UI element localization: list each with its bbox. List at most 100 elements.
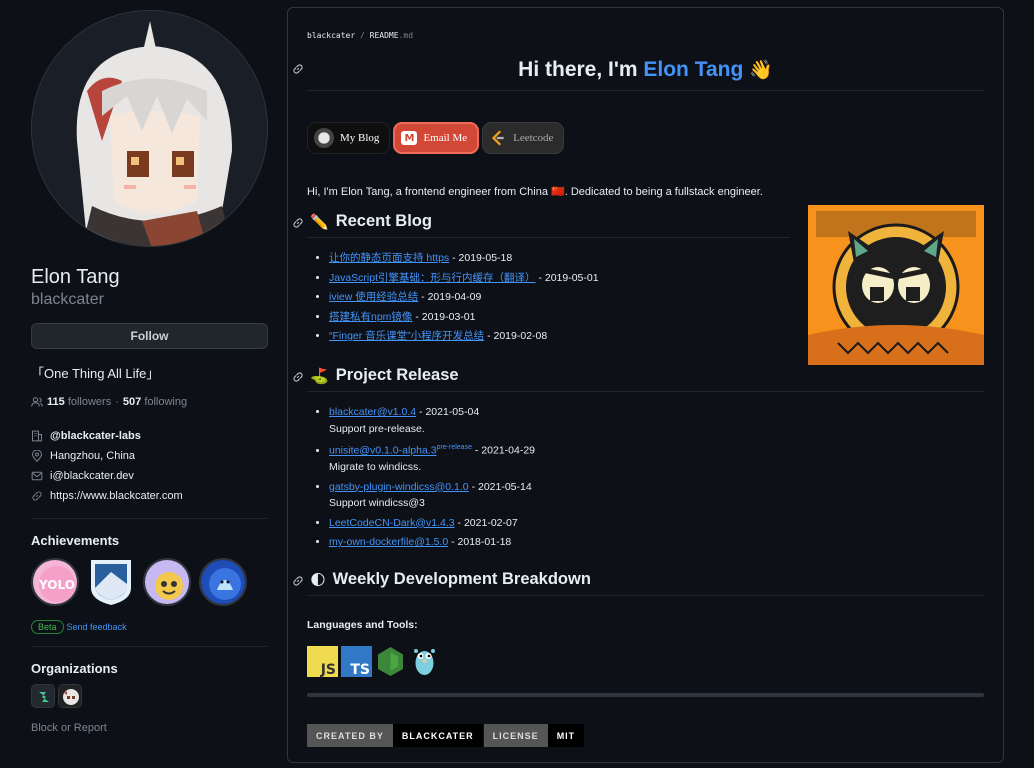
- following-link[interactable]: 507 following: [123, 396, 187, 408]
- crumb-user-link[interactable]: blackcater: [307, 31, 355, 40]
- wave-emoji: 👋: [749, 60, 773, 81]
- my-blog-label: My Blog: [340, 132, 380, 144]
- people-icon: [31, 397, 43, 407]
- email-link[interactable]: i@blackcater.dev: [50, 470, 134, 482]
- project-release-title: Project Release: [335, 366, 459, 384]
- golang-gopher-icon: [409, 646, 440, 677]
- blog-item: iview 使用经验总结 - 2019-04-09: [329, 288, 599, 308]
- project-release-list: blackcater@v1.0.4 - 2021-05-04 Support pr…: [329, 404, 535, 551]
- created-by-shield[interactable]: CREATED BY BLACKCATER: [307, 724, 483, 747]
- release-date: - 2018-01-18: [448, 536, 512, 548]
- location-icon: [32, 450, 42, 462]
- gmail-icon: M: [401, 131, 418, 145]
- follow-stats: 115 followers · 507 following: [31, 396, 268, 408]
- blog-link[interactable]: JavaScript引擎基础：形与行内缓存（翻译）: [329, 272, 536, 284]
- hero-name: Elon Tang: [643, 58, 744, 81]
- blog-link[interactable]: 搭建私有npm镜像: [329, 311, 412, 323]
- blog-item: 让你的静态页面支持 https - 2019-05-18: [329, 249, 599, 269]
- release-link[interactable]: LeetCodeCN-Dark@v1.4.3: [329, 517, 455, 529]
- vcard-website: https://www.blackcater.com: [31, 486, 268, 506]
- release-desc: Support windicss@3: [329, 497, 425, 509]
- recent-blog-list: 让你的静态页面支持 https - 2019-05-18 JavaScript引…: [329, 249, 599, 347]
- email-me-button[interactable]: M Email Me: [393, 122, 480, 154]
- crumb-separator: /: [360, 31, 365, 40]
- release-desc: Migrate to windicss.: [329, 461, 422, 473]
- anchor-link-icon[interactable]: [292, 217, 304, 229]
- blackcater-labs-logo[interactable]: [58, 684, 82, 708]
- contact-buttons: My Blog M Email Me Leetcode: [307, 122, 565, 154]
- blog-link[interactable]: iview 使用经验总结: [329, 291, 418, 303]
- follow-button[interactable]: Follow: [31, 323, 268, 349]
- blog-date: - 2019-05-18: [449, 252, 513, 264]
- shield-value: BLACKCATER: [392, 724, 483, 747]
- readme-breadcrumb: blackcater / README.md: [307, 31, 413, 40]
- achievements-heading: Achievements: [31, 533, 120, 548]
- location-text: Hangzhou, China: [50, 450, 136, 462]
- blog-date: - 2019-02-08: [484, 330, 548, 343]
- license-shield[interactable]: LICENSE MIT: [483, 724, 585, 747]
- yolo-badge-text: YOLO: [38, 578, 75, 592]
- intro-text: Hi, I'm Elon Tang, a frontend engineer f…: [307, 186, 763, 198]
- beta-feedback-row: Beta Send feedback: [31, 620, 268, 634]
- vcard-org: @blackcater-labs: [31, 426, 268, 446]
- prerelease-tag: pre-release: [436, 444, 472, 451]
- release-desc: Support pre-release.: [329, 422, 425, 435]
- anchor-link-icon[interactable]: [292, 575, 304, 587]
- email-me-label: Email Me: [423, 132, 468, 144]
- organizations-heading: Organizations: [31, 661, 118, 676]
- blog-avatar-icon: [314, 128, 334, 148]
- mascot-image: [808, 205, 984, 365]
- profile-bio: 「One Thing All Life」: [31, 366, 160, 381]
- blog-date: - 2019-05-01: [535, 271, 599, 284]
- vcard-email: i@blackcater.dev: [31, 466, 268, 486]
- followers-count: 115: [47, 396, 65, 408]
- hero-prefix: Hi there, I'm: [518, 58, 644, 81]
- block-or-report-link[interactable]: Block or Report: [31, 722, 268, 734]
- release-item: unisite@v0.1.0-alpha.3pre-release - 2021…: [329, 440, 535, 476]
- blog-date: - 2019-04-09: [418, 291, 482, 304]
- hero-divider: [307, 90, 984, 91]
- blog-link[interactable]: 让你的静态页面支持 https: [329, 252, 449, 264]
- section-divider: [307, 595, 984, 596]
- project-release-heading: ⛳ Project Release: [310, 366, 459, 385]
- pull-shark-badge[interactable]: [199, 558, 247, 606]
- languages-tools-row: JS TS: [307, 646, 440, 678]
- release-date: - 2021-05-04: [416, 406, 480, 418]
- send-feedback-link[interactable]: Send feedback: [67, 622, 127, 632]
- link-icon: [32, 491, 42, 501]
- blog-link[interactable]: “Finger 音乐课堂”小程序开发总结: [329, 330, 484, 342]
- release-link[interactable]: unisite@v0.1.0-alpha.3: [329, 445, 437, 457]
- shield-key: CREATED BY: [307, 724, 393, 747]
- yolo-badge[interactable]: YOLO: [31, 558, 79, 606]
- my-blog-button[interactable]: My Blog: [307, 122, 391, 154]
- followers-link[interactable]: 115 followers: [47, 396, 111, 408]
- anchor-link-icon[interactable]: [292, 371, 304, 383]
- golf-flag-emoji: ⛳: [310, 367, 329, 385]
- recent-blog-heading: ✏️ Recent Blog: [310, 212, 432, 231]
- leetcode-button[interactable]: Leetcode: [482, 122, 565, 154]
- release-link[interactable]: my-own-dockerfile@1.5.0: [329, 536, 448, 548]
- avatar[interactable]: [31, 10, 268, 247]
- followers-label: followers: [67, 396, 112, 408]
- s-org-logo[interactable]: [31, 684, 55, 708]
- release-link[interactable]: blackcater@v1.0.4: [329, 406, 416, 418]
- release-link[interactable]: gatsby-plugin-windicss@0.1.0: [329, 481, 469, 493]
- ts-label: TS: [350, 662, 370, 677]
- org-link[interactable]: @blackcater-labs: [50, 430, 141, 442]
- profile-username: blackcater: [31, 291, 104, 308]
- typescript-icon: TS: [341, 646, 372, 678]
- recent-blog-title: Recent Blog: [335, 212, 432, 230]
- release-item: blackcater@v1.0.4 - 2021-05-04 Support pr…: [329, 404, 535, 437]
- pencil-emoji: ✏️: [310, 213, 329, 231]
- profile-sidebar: Elon Tang blackcater Follow 「One Thing A…: [31, 10, 268, 734]
- following-label: following: [144, 396, 188, 408]
- vcard-details: @blackcater-labs Hangzhou, China i@black…: [31, 426, 268, 506]
- arctic-code-vault-badge[interactable]: [87, 558, 135, 606]
- website-link[interactable]: https://www.blackcater.com: [50, 490, 183, 502]
- anchor-link-icon[interactable]: [292, 63, 304, 75]
- release-date: - 2021-04-29: [471, 444, 536, 457]
- footer-shields: CREATED BY BLACKCATER LICENSE MIT: [307, 724, 585, 747]
- crumb-ext: .md: [398, 31, 414, 40]
- quickdraw-badge[interactable]: [143, 558, 191, 606]
- profile-fullname: Elon Tang: [31, 266, 120, 288]
